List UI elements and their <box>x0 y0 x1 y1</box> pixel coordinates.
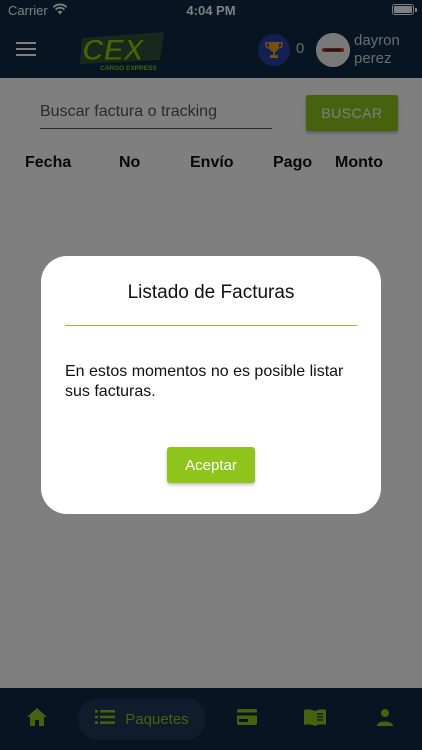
accept-button[interactable]: Aceptar <box>167 447 255 483</box>
dialog-message: En estos momentos no es posible listar s… <box>65 363 344 400</box>
dialog-divider <box>65 325 357 326</box>
dialog-title: Listado de Facturas <box>127 282 295 303</box>
invoice-list-dialog: Listado de Facturas En estos momentos no… <box>41 256 381 514</box>
